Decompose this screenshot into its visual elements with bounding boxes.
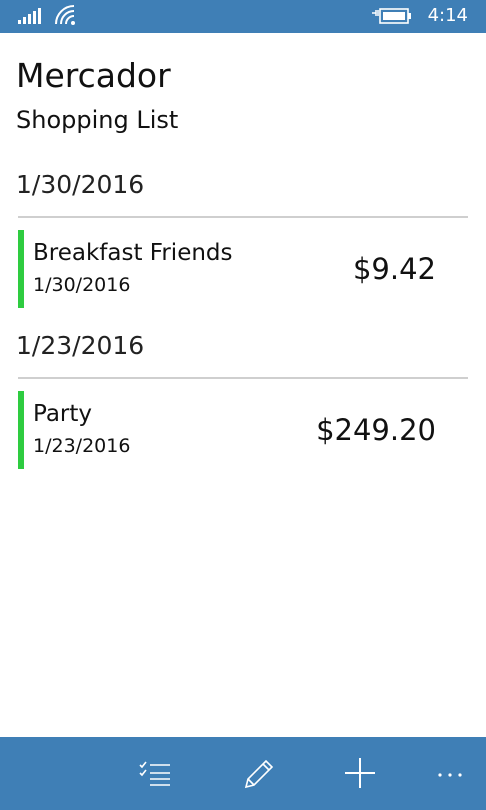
- status-bar: 4:14: [0, 0, 486, 33]
- wifi-icon: [55, 5, 75, 25]
- more-button[interactable]: [428, 753, 472, 793]
- more-ellipsis-icon: [438, 773, 462, 777]
- item-status-indicator: [18, 391, 24, 469]
- app-bar: [0, 737, 486, 810]
- item-total: $249.20: [316, 413, 436, 447]
- divider: [18, 216, 468, 218]
- item-name: Party: [33, 401, 93, 427]
- date-group-header: 1/23/2016: [16, 331, 145, 360]
- pencil-icon: [244, 759, 274, 789]
- battery-charging-icon: [372, 8, 411, 24]
- divider: [18, 377, 468, 379]
- item-total: $9.42: [352, 252, 436, 286]
- add-button[interactable]: [338, 753, 382, 793]
- item-name: Breakfast Friends: [33, 240, 233, 266]
- date-group-header: 1/30/2016: [16, 170, 145, 199]
- edit-button[interactable]: [236, 753, 280, 793]
- shopping-list-item[interactable]: Breakfast Friends 1/30/2016 $9.42: [18, 230, 468, 308]
- status-clock: 4:14: [427, 5, 468, 26]
- shopping-list-item[interactable]: Party 1/23/2016 $249.20: [18, 391, 468, 469]
- item-date: 1/30/2016: [33, 274, 131, 296]
- page-subtitle: Shopping List: [16, 106, 179, 134]
- checklist-icon: [139, 761, 170, 786]
- app-title: Mercador: [16, 56, 171, 95]
- app-screen: 4:14 Mercador Shopping List 1/30/2016 Br…: [0, 0, 486, 810]
- signal-bars-icon: [18, 8, 41, 24]
- item-date: 1/23/2016: [33, 435, 131, 457]
- checklist-button[interactable]: [134, 753, 178, 793]
- item-status-indicator: [18, 230, 24, 308]
- plus-icon: [345, 758, 375, 788]
